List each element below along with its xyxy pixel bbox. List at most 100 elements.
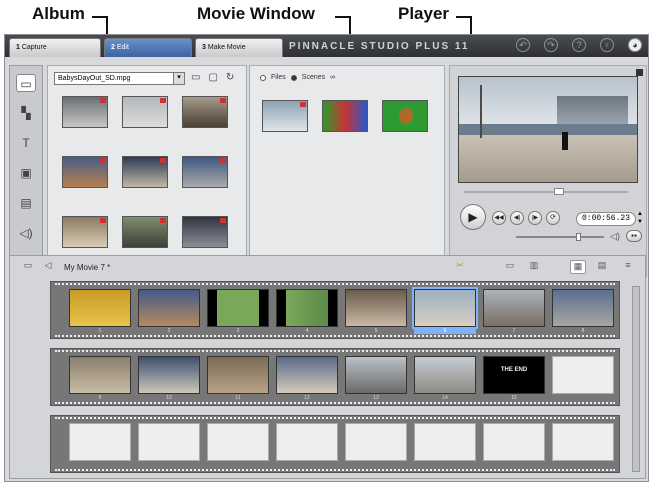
razor-icon[interactable]: ✂ bbox=[452, 260, 468, 274]
clip-number: 4 bbox=[305, 328, 309, 334]
radio-files[interactable] bbox=[260, 74, 266, 81]
volume-handle[interactable] bbox=[576, 233, 581, 241]
movie-window: ▭ ◁ My Movie 7 * ✂ ▭ ▥ ▦ ▤ ≡ 1 2 3 4 5 6… bbox=[9, 255, 646, 479]
tab-bar: 1 Capture 2 Edit 3 Make Movie PINNACLE S… bbox=[5, 35, 648, 57]
storyboard-clip-11[interactable] bbox=[207, 356, 269, 394]
file-select[interactable]: BabysDayOut_SD.mpg bbox=[54, 72, 174, 85]
storyboard-title-clip[interactable]: THE END bbox=[483, 356, 545, 394]
filmstrip-row-3 bbox=[50, 415, 620, 473]
storyboard-clip-9[interactable] bbox=[69, 356, 131, 394]
redo-icon[interactable]: ↷ bbox=[544, 38, 558, 52]
storyboard-empty-slot[interactable] bbox=[414, 423, 476, 461]
storyboard-empty-slot[interactable] bbox=[207, 423, 269, 461]
fullscreen-icon[interactable] bbox=[636, 69, 643, 76]
clip-number: 7 bbox=[512, 328, 516, 334]
sound-effects-icon[interactable]: ◁) bbox=[16, 224, 36, 242]
player-callout: Player bbox=[398, 4, 450, 23]
scrubber-handle[interactable] bbox=[554, 188, 564, 195]
step-back-button[interactable]: ◀| bbox=[510, 211, 524, 225]
filmstrip-row-1: 1 2 3 4 5 6 7 8 bbox=[50, 281, 620, 339]
album-panel: BabysDayOut_SD.mpg ▾ ▭ ▢ ↻ bbox=[47, 65, 247, 277]
loop-button[interactable]: ⟳ bbox=[546, 211, 560, 225]
play-button[interactable]: ▶ bbox=[460, 204, 486, 230]
binoculars-icon[interactable]: ∞ bbox=[330, 74, 335, 81]
filmstrip-row-2: 9 10 11 12 13 14 THE END 15 bbox=[50, 348, 620, 406]
storyboard-empty-slot[interactable] bbox=[138, 423, 200, 461]
album-scene-6[interactable] bbox=[182, 156, 228, 188]
album-scenes-panel: Files Scenes ∞ bbox=[249, 65, 445, 277]
album-scene-5[interactable] bbox=[122, 156, 168, 188]
radio-scenes[interactable] bbox=[290, 74, 297, 81]
volume-slider[interactable] bbox=[516, 233, 604, 241]
hint-icon[interactable]: ♀ bbox=[600, 38, 614, 52]
photos-icon[interactable]: ▣ bbox=[16, 164, 36, 182]
movie-scrollbar[interactable] bbox=[632, 286, 640, 472]
storyboard-clip-10[interactable] bbox=[138, 356, 200, 394]
transitions-icon[interactable]: ▚ bbox=[16, 104, 36, 122]
storyboard-view-icon[interactable]: ▦ bbox=[570, 260, 586, 274]
radio-scenes-label: Scenes bbox=[301, 74, 326, 81]
trash-icon[interactable]: ▥ bbox=[526, 260, 542, 274]
storyboard-empty-slot[interactable] bbox=[69, 423, 131, 461]
storyboard-clip-1[interactable] bbox=[69, 289, 131, 327]
storyboard-clip-3[interactable] bbox=[207, 289, 269, 327]
scenes-thumb-1[interactable] bbox=[262, 100, 308, 132]
scrubber-track[interactable] bbox=[464, 188, 628, 195]
help-icon[interactable]: ? bbox=[572, 38, 586, 52]
storyboard-empty-slot[interactable] bbox=[552, 423, 614, 461]
storyboard-clip-12[interactable] bbox=[276, 356, 338, 394]
movie-toolbar: ▭ ◁ My Movie 7 * ✂ ▭ ▥ ▦ ▤ ≡ bbox=[10, 256, 645, 278]
timecode-display[interactable]: 0:00:56.23 bbox=[576, 212, 636, 226]
album-scene-8[interactable] bbox=[122, 216, 168, 248]
step-forward-button[interactable]: |▶ bbox=[528, 211, 542, 225]
radio-files-label: Files bbox=[271, 74, 286, 81]
file-select-dropdown[interactable]: ▾ bbox=[173, 72, 185, 85]
text-icon[interactable]: T bbox=[16, 134, 36, 152]
timeline-view-icon[interactable]: ▤ bbox=[594, 260, 610, 274]
scene-detect-icon[interactable]: ↻ bbox=[226, 72, 234, 83]
storyboard-empty-slot[interactable] bbox=[345, 423, 407, 461]
clip-number: 14 bbox=[442, 395, 448, 401]
video-scenes-icon[interactable]: ▭ bbox=[16, 74, 36, 92]
timecode-spinner[interactable]: ▲ ▼ bbox=[636, 210, 644, 228]
clip-properties-icon[interactable]: ▭ bbox=[502, 260, 518, 274]
storyboard-empty-slot[interactable] bbox=[276, 423, 338, 461]
open-folder-icon[interactable]: ▢ bbox=[208, 72, 217, 83]
tab-edit[interactable]: 2 Edit bbox=[104, 38, 192, 57]
volume-icon[interactable]: ◁) bbox=[610, 231, 620, 242]
album-scene-3[interactable] bbox=[182, 96, 228, 128]
album-scene-2[interactable] bbox=[122, 96, 168, 128]
album-callout: Album bbox=[32, 4, 85, 23]
text-view-icon[interactable]: ≡ bbox=[620, 260, 636, 274]
clip-number: 1 bbox=[98, 328, 102, 334]
storyboard-clip-8[interactable] bbox=[552, 289, 614, 327]
folder-icon[interactable]: ▭ bbox=[191, 72, 200, 83]
storyboard-clip-7[interactable] bbox=[483, 289, 545, 327]
storyboard-clip-4[interactable] bbox=[276, 289, 338, 327]
tab-capture[interactable]: 1 Capture bbox=[9, 38, 101, 57]
rewind-button[interactable]: ◀◀ bbox=[492, 211, 506, 225]
album-scene-7[interactable] bbox=[62, 216, 108, 248]
storyboard-clip-6[interactable] bbox=[412, 287, 478, 329]
storyboard-clip-5[interactable] bbox=[345, 289, 407, 327]
menus-icon[interactable]: ▤ bbox=[16, 194, 36, 212]
storyboard-clip-14[interactable] bbox=[414, 356, 476, 394]
undo-icon[interactable]: ↶ bbox=[516, 38, 530, 52]
scenes-thumb-3[interactable] bbox=[382, 100, 428, 132]
audio-toggle-icon[interactable]: ◁ bbox=[40, 260, 56, 274]
clip-number: 2 bbox=[167, 328, 171, 334]
storyboard-empty-slot[interactable] bbox=[483, 423, 545, 461]
album-scene-4[interactable] bbox=[62, 156, 108, 188]
dvd-toggle-icon[interactable]: ●● bbox=[626, 230, 642, 242]
scenes-thumb-2[interactable] bbox=[322, 100, 368, 132]
clip-number: 15 bbox=[511, 395, 517, 401]
storyboard-toggle-icon[interactable]: ▭ bbox=[20, 260, 36, 274]
tab-make-movie[interactable]: 3 Make Movie bbox=[195, 38, 283, 57]
clip-number: 10 bbox=[166, 395, 172, 401]
album-scene-1[interactable] bbox=[62, 96, 108, 128]
storyboard-clip-13[interactable] bbox=[345, 356, 407, 394]
storyboard-empty-slot[interactable] bbox=[552, 356, 614, 394]
settings-icon[interactable]: ◕ bbox=[628, 38, 642, 52]
album-scene-9[interactable] bbox=[182, 216, 228, 248]
storyboard-clip-2[interactable] bbox=[138, 289, 200, 327]
